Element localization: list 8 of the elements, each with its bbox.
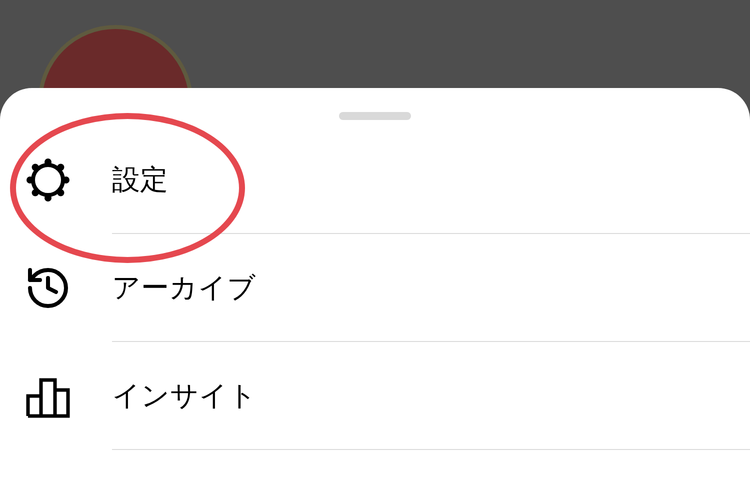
menu-item[interactable]: インサイト [0,342,750,450]
menu-item[interactable]: アーカイブ [0,234,750,342]
menu-label: 設定 [112,162,168,198]
settings-icon [25,157,71,203]
menu-label: インサイト [112,378,257,414]
menu-label: アーカイブ [112,270,256,306]
menu-item[interactable]: 設定 [0,126,750,234]
drag-handle[interactable] [339,112,411,120]
